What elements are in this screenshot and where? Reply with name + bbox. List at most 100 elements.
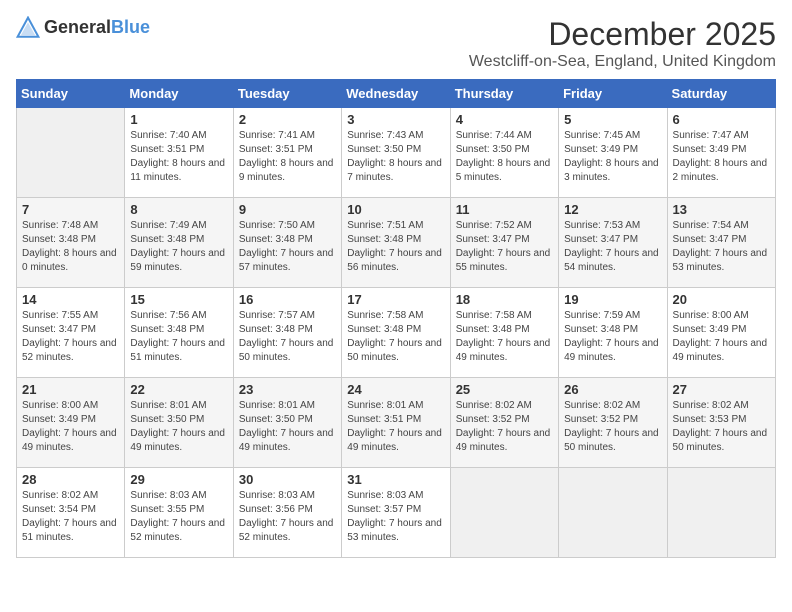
daylight-label: Daylight: 8 hours and 7 minutes. — [347, 158, 442, 183]
calendar-cell: 11Sunrise: 7:52 AMSunset: 3:47 PMDayligh… — [450, 198, 558, 288]
day-number: 8 — [130, 202, 227, 217]
day-info: Sunrise: 7:52 AM Sunset: 3:47 PM Daylight:… — [456, 219, 553, 275]
day-info: Sunrise: 7:50 AMSunset: 3:48 PMDaylight:… — [239, 219, 336, 275]
calendar-cell: 1Sunrise: 7:40 AMSunset: 3:51 PMDaylight… — [125, 108, 233, 198]
logo-general: GeneralBlue — [44, 18, 150, 38]
day-info: Sunrise: 7:40 AMSunset: 3:51 PMDaylight:… — [130, 129, 227, 185]
daylight-label: Daylight: 7 hours and 56 minutes. — [347, 248, 442, 273]
day-number: 29 — [130, 472, 227, 487]
sunset-label: Sunset: 3:48 PM — [239, 324, 313, 335]
calendar-cell: 5 Sunrise: 7:45 AMSunset: 3:49 PMDaylight… — [559, 108, 667, 198]
sunset-label: Sunset: 3:49 PM — [22, 414, 96, 425]
day-number: 27 — [673, 382, 770, 397]
sunrise-label: Sunrise: 7:43 AM — [347, 130, 423, 141]
sunset-label: Sunset: 3:54 PM — [22, 504, 96, 515]
sunset-label: Sunset: 3:51 PM — [130, 144, 204, 155]
day-info: Sunrise: 8:02 AMSunset: 3:54 PMDaylight:… — [22, 489, 119, 545]
sunrise-label: Sunrise: 8:02 AM — [456, 400, 532, 411]
sunrise-label: Sunrise: 7:41 AM — [239, 130, 315, 141]
sunset-label: Sunset: 3:47 PM — [456, 234, 530, 245]
calendar-cell: 20Sunrise: 8:00 AMSunset: 3:49 PMDayligh… — [667, 288, 775, 378]
sunset-label: Sunset: 3:48 PM — [130, 324, 204, 335]
daylight-label: Daylight: 7 hours and 54 minutes. — [564, 248, 659, 273]
calendar-cell: 7Sunrise: 7:48 AMSunset: 3:48 PMDaylight… — [17, 198, 125, 288]
calendar-cell: 9Sunrise: 7:50 AMSunset: 3:48 PMDaylight… — [233, 198, 341, 288]
calendar-cell: 3 Sunrise: 7:43 AM Sunset: 3:50 PM Daylight… — [342, 108, 450, 198]
day-number: 4 — [456, 112, 553, 127]
day-info: Sunrise: 7:45 AMSunset: 3:49 PMDaylight:… — [564, 129, 661, 185]
day-number: 20 — [673, 292, 770, 307]
day-number: 26 — [564, 382, 661, 397]
daylight-label: Daylight: 7 hours and 50 minutes. — [239, 338, 334, 363]
logo-icon — [16, 16, 40, 40]
sunrise-label: Sunrise: 7:53 AM — [564, 220, 640, 231]
day-header-friday: Friday — [559, 80, 667, 108]
sunrise-label: Sunrise: 7:58 AM — [347, 310, 423, 321]
daylight-label: Daylight: 7 hours and 50 minutes. — [347, 338, 442, 363]
calendar-cell — [17, 108, 125, 198]
sunrise-label: Sunrise: 7:54 AM — [673, 220, 749, 231]
calendar-cell: 23Sunrise: 8:01 AMSunset: 3:50 PMDayligh… — [233, 378, 341, 468]
calendar-cell: 29Sunrise: 8:03 AMSunset: 3:55 PMDayligh… — [125, 468, 233, 558]
sunset-label: Sunset: 3:48 PM — [347, 324, 421, 335]
calendar-cell: 30Sunrise: 8:03 AMSunset: 3:56 PMDayligh… — [233, 468, 341, 558]
calendar-cell — [667, 468, 775, 558]
calendar-table: SundayMondayTuesdayWednesdayThursdayFrid… — [16, 79, 776, 558]
calendar-cell — [450, 468, 558, 558]
sunset-label: Sunset: 3:57 PM — [347, 504, 421, 515]
sunrise-label: Sunrise: 7:50 AM — [239, 220, 315, 231]
sunrise-label: Sunrise: 8:00 AM — [22, 400, 98, 411]
daylight-label: Daylight: 7 hours and 52 minutes. — [130, 518, 225, 543]
sunset-label: Sunset: 3:50 PM — [347, 144, 421, 155]
sunset-label: Sunset: 3:48 PM — [130, 234, 204, 245]
day-number: 15 — [130, 292, 227, 307]
sunset-label: Sunset: 3:50 PM — [239, 414, 313, 425]
daylight-label: Daylight: 7 hours and 50 minutes. — [673, 428, 768, 453]
day-info: Sunrise: 7:53 AM Sunset: 3:47 PM Daylight:… — [564, 219, 661, 275]
day-number: 5 — [564, 112, 661, 127]
day-info: Sunrise: 7:55 AMSunset: 3:47 PMDaylight:… — [22, 309, 119, 365]
sunrise-label: Sunrise: 7:51 AM — [347, 220, 423, 231]
day-info: Sunrise: 7:51 AM Sunset: 3:48 PM Daylight:… — [347, 219, 444, 275]
week-row-2: 7Sunrise: 7:48 AMSunset: 3:48 PMDaylight… — [17, 198, 776, 288]
daylight-label: Daylight: 7 hours and 49 minutes. — [22, 428, 117, 453]
day-number: 19 — [564, 292, 661, 307]
daylight-label: Daylight: 7 hours and 49 minutes. — [456, 428, 551, 453]
page-header: GeneralBlue December 2025 Westcliff-on-S… — [16, 16, 776, 71]
day-info: Sunrise: 8:00 AM Sunset: 3:49 PM Daylight:… — [22, 399, 119, 455]
sunset-label: Sunset: 3:47 PM — [564, 234, 638, 245]
calendar-cell: 19Sunrise: 7:59 AMSunset: 3:48 PMDayligh… — [559, 288, 667, 378]
days-header-row: SundayMondayTuesdayWednesdayThursdayFrid… — [17, 80, 776, 108]
daylight-label: Daylight: 8 hours and 5 minutes. — [456, 158, 551, 183]
week-row-3: 14Sunrise: 7:55 AMSunset: 3:47 PMDayligh… — [17, 288, 776, 378]
day-info: Sunrise: 8:01 AMSunset: 3:50 PMDaylight:… — [130, 399, 227, 455]
day-number: 10 — [347, 202, 444, 217]
sunrise-label: Sunrise: 8:01 AM — [239, 400, 315, 411]
daylight-label: Daylight: 7 hours and 52 minutes. — [239, 518, 334, 543]
sunset-label: Sunset: 3:48 PM — [347, 234, 421, 245]
sunrise-label: Sunrise: 7:52 AM — [456, 220, 532, 231]
calendar-cell: 17 Sunrise: 7:58 AM Sunset: 3:48 PM Dayligh… — [342, 288, 450, 378]
day-number: 17 — [347, 292, 444, 307]
day-number: 3 — [347, 112, 444, 127]
sunset-label: Sunset: 3:48 PM — [22, 234, 96, 245]
day-info: Sunrise: 7:54 AMSunset: 3:47 PMDaylight:… — [673, 219, 770, 275]
day-info: Sunrise: 7:41 AMSunset: 3:51 PMDaylight:… — [239, 129, 336, 185]
day-info: Sunrise: 7:47 AMSunset: 3:49 PMDaylight:… — [673, 129, 770, 185]
day-info: Sunrise: 7:43 AM Sunset: 3:50 PM Daylight:… — [347, 129, 444, 185]
daylight-label: Daylight: 7 hours and 51 minutes. — [22, 518, 117, 543]
sunrise-label: Sunrise: 8:03 AM — [239, 490, 315, 501]
daylight-label: Daylight: 7 hours and 55 minutes. — [456, 248, 551, 273]
sunset-label: Sunset: 3:50 PM — [130, 414, 204, 425]
day-header-saturday: Saturday — [667, 80, 775, 108]
sunrise-label: Sunrise: 8:02 AM — [673, 400, 749, 411]
daylight-label: Daylight: 7 hours and 57 minutes. — [239, 248, 334, 273]
sunrise-label: Sunrise: 7:47 AM — [673, 130, 749, 141]
daylight-label: Daylight: 8 hours and 3 minutes. — [564, 158, 659, 183]
daylight-label: Daylight: 8 hours and 2 minutes. — [673, 158, 768, 183]
sunrise-label: Sunrise: 8:03 AM — [347, 490, 423, 501]
day-number: 12 — [564, 202, 661, 217]
calendar-cell: 2Sunrise: 7:41 AMSunset: 3:51 PMDaylight… — [233, 108, 341, 198]
day-number: 7 — [22, 202, 119, 217]
day-number: 18 — [456, 292, 553, 307]
